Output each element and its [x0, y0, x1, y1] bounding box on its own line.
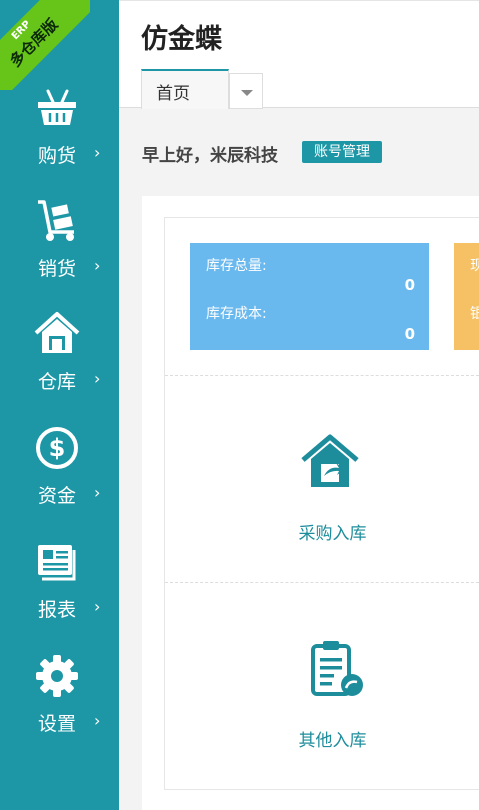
account-management-button[interactable]: 账号管理: [302, 141, 382, 163]
chevron-right-icon: ›: [94, 143, 101, 162]
other-inbound-link[interactable]: 其他入库: [165, 583, 367, 751]
other-inbound-icon: [311, 641, 363, 696]
sidebar-item-label: 设置: [38, 713, 77, 735]
chevron-right-icon: ›: [94, 256, 101, 275]
app-title: 仿金蝶: [141, 24, 222, 55]
sidebar: ERP 多仓库版 购货 › 销货 › 仓库 › $ 资金 › 报表 › 设置 ›: [0, 0, 119, 810]
purchase-inbound-label: 采购入库: [298, 524, 367, 544]
sidebar-item-sales[interactable]: 销货 ›: [0, 198, 119, 298]
cash-stats-card: 现 银: [454, 243, 479, 350]
inventory-cost-label: 库存成本:: [206, 306, 267, 322]
inventory-stats-card: 库存总量: 0 库存成本: 0: [190, 243, 429, 350]
sidebar-item-label: 报表: [38, 599, 77, 621]
tab-home[interactable]: 首页: [141, 69, 229, 109]
sidebar-item-label: 仓库: [38, 371, 77, 393]
other-inbound-label: 其他入库: [298, 731, 367, 751]
gear-icon: [36, 655, 78, 697]
cash-label: 现: [470, 258, 479, 274]
sidebar-item-reports[interactable]: 报表 ›: [0, 539, 119, 639]
bank-label: 银: [470, 306, 479, 322]
warehouse-icon: [34, 312, 80, 353]
purchase-inbound-link[interactable]: 采购入库: [165, 376, 367, 544]
purchase-inbound-icon: [301, 434, 359, 487]
header: 仿金蝶 首页: [119, 0, 479, 109]
sidebar-item-label: 购货: [38, 145, 77, 167]
sidebar-item-settings[interactable]: 设置 ›: [0, 653, 119, 753]
sidebar-item-warehouse[interactable]: 仓库 ›: [0, 311, 119, 411]
inventory-total-label: 库存总量:: [206, 258, 267, 274]
chevron-right-icon: ›: [94, 597, 101, 616]
tab-label: 首页: [156, 84, 190, 104]
tab-dropdown-button[interactable]: [229, 73, 263, 109]
shopping-basket-icon: [38, 89, 76, 125]
edition-badge: ERP 多仓库版: [0, 0, 90, 90]
sidebar-item-purchase[interactable]: 购货 ›: [0, 85, 119, 185]
sidebar-item-label: 销货: [38, 258, 77, 280]
chevron-right-icon: ›: [94, 711, 101, 730]
sidebar-item-label: 资金: [38, 485, 77, 507]
greeting-text: 早上好，米辰科技: [142, 146, 278, 166]
sidebar-item-funds[interactable]: $ 资金 ›: [0, 425, 119, 525]
chevron-right-icon: ›: [94, 483, 101, 502]
chevron-right-icon: ›: [94, 369, 101, 388]
inventory-cost-value: 0: [404, 325, 415, 343]
hand-truck-icon: [38, 200, 74, 241]
inventory-total-value: 0: [404, 276, 415, 294]
svg-text:$: $: [49, 434, 66, 462]
dollar-coin-icon: $: [36, 427, 78, 469]
report-icon: [38, 545, 76, 581]
caret-down-icon: [241, 90, 253, 96]
